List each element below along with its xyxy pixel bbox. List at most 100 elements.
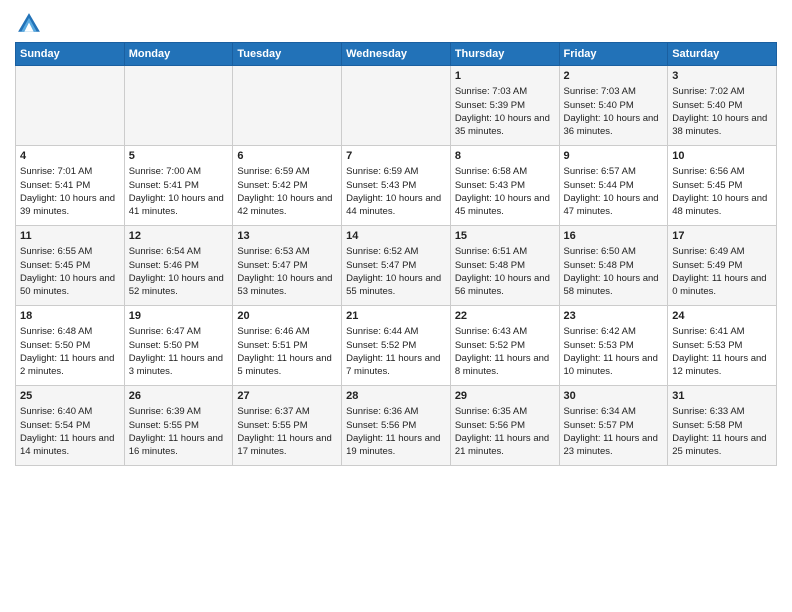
sunrise: Sunrise: 7:02 AM (672, 85, 772, 98)
day-number: 22 (455, 309, 555, 324)
daylight: Daylight: 10 hours and 50 minutes. (20, 272, 120, 299)
daylight: Daylight: 10 hours and 55 minutes. (346, 272, 446, 299)
sunset: Sunset: 5:50 PM (129, 339, 229, 352)
day-number: 30 (564, 389, 664, 404)
logo-icon (15, 10, 43, 38)
calendar-cell (342, 66, 451, 146)
daylight: Daylight: 10 hours and 52 minutes. (129, 272, 229, 299)
calendar-cell: 4Sunrise: 7:01 AMSunset: 5:41 PMDaylight… (16, 146, 125, 226)
calendar-cell: 2Sunrise: 7:03 AMSunset: 5:40 PMDaylight… (559, 66, 668, 146)
sunset: Sunset: 5:50 PM (20, 339, 120, 352)
day-number: 25 (20, 389, 120, 404)
calendar-cell: 10Sunrise: 6:56 AMSunset: 5:45 PMDayligh… (668, 146, 777, 226)
daylight: Daylight: 11 hours and 25 minutes. (672, 432, 772, 459)
sunset: Sunset: 5:56 PM (455, 419, 555, 432)
sunrise: Sunrise: 6:52 AM (346, 245, 446, 258)
col-wednesday: Wednesday (342, 43, 451, 66)
day-number: 9 (564, 149, 664, 164)
calendar-week-row: 25Sunrise: 6:40 AMSunset: 5:54 PMDayligh… (16, 386, 777, 466)
calendar-cell: 20Sunrise: 6:46 AMSunset: 5:51 PMDayligh… (233, 306, 342, 386)
calendar-cell: 24Sunrise: 6:41 AMSunset: 5:53 PMDayligh… (668, 306, 777, 386)
sunset: Sunset: 5:49 PM (672, 259, 772, 272)
day-number: 24 (672, 309, 772, 324)
sunset: Sunset: 5:41 PM (20, 179, 120, 192)
page: Sunday Monday Tuesday Wednesday Thursday… (0, 0, 792, 612)
day-number: 13 (237, 229, 337, 244)
sunrise: Sunrise: 6:48 AM (20, 325, 120, 338)
daylight: Daylight: 10 hours and 48 minutes. (672, 192, 772, 219)
sunrise: Sunrise: 6:43 AM (455, 325, 555, 338)
sunset: Sunset: 5:52 PM (346, 339, 446, 352)
calendar-cell: 6Sunrise: 6:59 AMSunset: 5:42 PMDaylight… (233, 146, 342, 226)
calendar-cell: 1Sunrise: 7:03 AMSunset: 5:39 PMDaylight… (450, 66, 559, 146)
day-number: 1 (455, 69, 555, 84)
calendar-cell: 21Sunrise: 6:44 AMSunset: 5:52 PMDayligh… (342, 306, 451, 386)
daylight: Daylight: 10 hours and 56 minutes. (455, 272, 555, 299)
sunrise: Sunrise: 6:55 AM (20, 245, 120, 258)
sunset: Sunset: 5:45 PM (672, 179, 772, 192)
calendar-cell: 3Sunrise: 7:02 AMSunset: 5:40 PMDaylight… (668, 66, 777, 146)
calendar-week-row: 1Sunrise: 7:03 AMSunset: 5:39 PMDaylight… (16, 66, 777, 146)
day-number: 26 (129, 389, 229, 404)
day-number: 31 (672, 389, 772, 404)
sunset: Sunset: 5:53 PM (672, 339, 772, 352)
col-monday: Monday (124, 43, 233, 66)
calendar-cell (124, 66, 233, 146)
daylight: Daylight: 11 hours and 7 minutes. (346, 352, 446, 379)
daylight: Daylight: 10 hours and 53 minutes. (237, 272, 337, 299)
sunrise: Sunrise: 7:01 AM (20, 165, 120, 178)
daylight: Daylight: 11 hours and 3 minutes. (129, 352, 229, 379)
calendar-cell: 5Sunrise: 7:00 AMSunset: 5:41 PMDaylight… (124, 146, 233, 226)
day-number: 17 (672, 229, 772, 244)
daylight: Daylight: 11 hours and 0 minutes. (672, 272, 772, 299)
day-number: 3 (672, 69, 772, 84)
daylight: Daylight: 11 hours and 16 minutes. (129, 432, 229, 459)
calendar-cell: 19Sunrise: 6:47 AMSunset: 5:50 PMDayligh… (124, 306, 233, 386)
day-number: 21 (346, 309, 446, 324)
calendar-cell: 27Sunrise: 6:37 AMSunset: 5:55 PMDayligh… (233, 386, 342, 466)
sunrise: Sunrise: 6:59 AM (237, 165, 337, 178)
sunset: Sunset: 5:51 PM (237, 339, 337, 352)
daylight: Daylight: 10 hours and 42 minutes. (237, 192, 337, 219)
day-number: 10 (672, 149, 772, 164)
sunrise: Sunrise: 7:03 AM (564, 85, 664, 98)
sunset: Sunset: 5:45 PM (20, 259, 120, 272)
sunrise: Sunrise: 6:46 AM (237, 325, 337, 338)
day-number: 19 (129, 309, 229, 324)
daylight: Daylight: 10 hours and 58 minutes. (564, 272, 664, 299)
day-number: 5 (129, 149, 229, 164)
daylight: Daylight: 10 hours and 45 minutes. (455, 192, 555, 219)
daylight: Daylight: 11 hours and 21 minutes. (455, 432, 555, 459)
calendar-cell (16, 66, 125, 146)
sunrise: Sunrise: 6:49 AM (672, 245, 772, 258)
calendar-cell: 15Sunrise: 6:51 AMSunset: 5:48 PMDayligh… (450, 226, 559, 306)
sunrise: Sunrise: 7:03 AM (455, 85, 555, 98)
calendar-cell: 7Sunrise: 6:59 AMSunset: 5:43 PMDaylight… (342, 146, 451, 226)
sunrise: Sunrise: 6:33 AM (672, 405, 772, 418)
sunset: Sunset: 5:52 PM (455, 339, 555, 352)
daylight: Daylight: 10 hours and 38 minutes. (672, 112, 772, 139)
sunset: Sunset: 5:43 PM (455, 179, 555, 192)
sunrise: Sunrise: 6:42 AM (564, 325, 664, 338)
sunrise: Sunrise: 6:50 AM (564, 245, 664, 258)
calendar-cell: 11Sunrise: 6:55 AMSunset: 5:45 PMDayligh… (16, 226, 125, 306)
calendar-cell: 18Sunrise: 6:48 AMSunset: 5:50 PMDayligh… (16, 306, 125, 386)
daylight: Daylight: 11 hours and 14 minutes. (20, 432, 120, 459)
sunset: Sunset: 5:48 PM (564, 259, 664, 272)
sunrise: Sunrise: 6:36 AM (346, 405, 446, 418)
day-number: 28 (346, 389, 446, 404)
sunset: Sunset: 5:40 PM (564, 99, 664, 112)
sunset: Sunset: 5:55 PM (237, 419, 337, 432)
day-number: 6 (237, 149, 337, 164)
daylight: Daylight: 10 hours and 39 minutes. (20, 192, 120, 219)
day-number: 8 (455, 149, 555, 164)
sunrise: Sunrise: 6:40 AM (20, 405, 120, 418)
day-number: 2 (564, 69, 664, 84)
sunset: Sunset: 5:42 PM (237, 179, 337, 192)
sunset: Sunset: 5:56 PM (346, 419, 446, 432)
sunrise: Sunrise: 6:39 AM (129, 405, 229, 418)
sunrise: Sunrise: 6:37 AM (237, 405, 337, 418)
daylight: Daylight: 10 hours and 47 minutes. (564, 192, 664, 219)
daylight: Daylight: 10 hours and 41 minutes. (129, 192, 229, 219)
day-number: 4 (20, 149, 120, 164)
